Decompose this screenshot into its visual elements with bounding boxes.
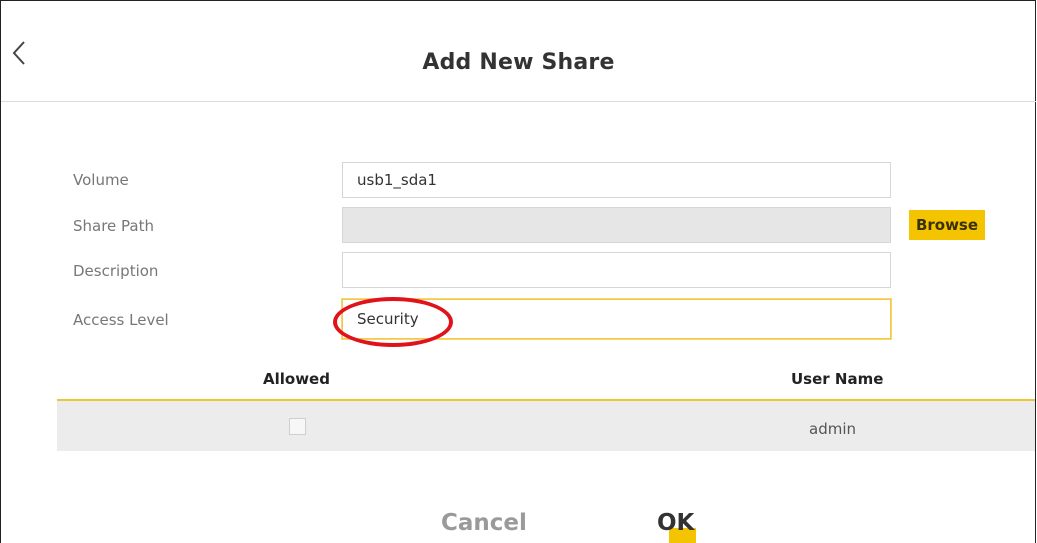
ok-label: OK <box>657 510 695 536</box>
volume-value: usb1_sda1 <box>357 171 437 189</box>
volume-label: Volume <box>73 171 129 189</box>
share-path-label: Share Path <box>73 217 155 235</box>
description-field[interactable] <box>342 252 891 288</box>
access-level-label: Access Level <box>73 311 169 329</box>
dialog-title: Add New Share <box>422 50 615 75</box>
cancel-button[interactable]: Cancel <box>441 510 527 536</box>
browse-button[interactable]: Browse <box>909 210 985 240</box>
table-row <box>57 401 1035 451</box>
header-divider <box>1 101 1036 102</box>
access-level-select[interactable]: Security <box>342 299 891 339</box>
user-name-cell: admin <box>809 420 856 438</box>
allowed-checkbox[interactable] <box>289 418 306 435</box>
ok-button[interactable]: OK <box>657 510 697 543</box>
share-path-field[interactable] <box>342 207 891 243</box>
access-level-value: Security <box>357 310 419 328</box>
allowed-column-header: Allowed <box>263 370 330 388</box>
description-label: Description <box>73 262 159 280</box>
user-name-column-header: User Name <box>791 370 884 388</box>
volume-field[interactable]: usb1_sda1 <box>342 162 891 198</box>
